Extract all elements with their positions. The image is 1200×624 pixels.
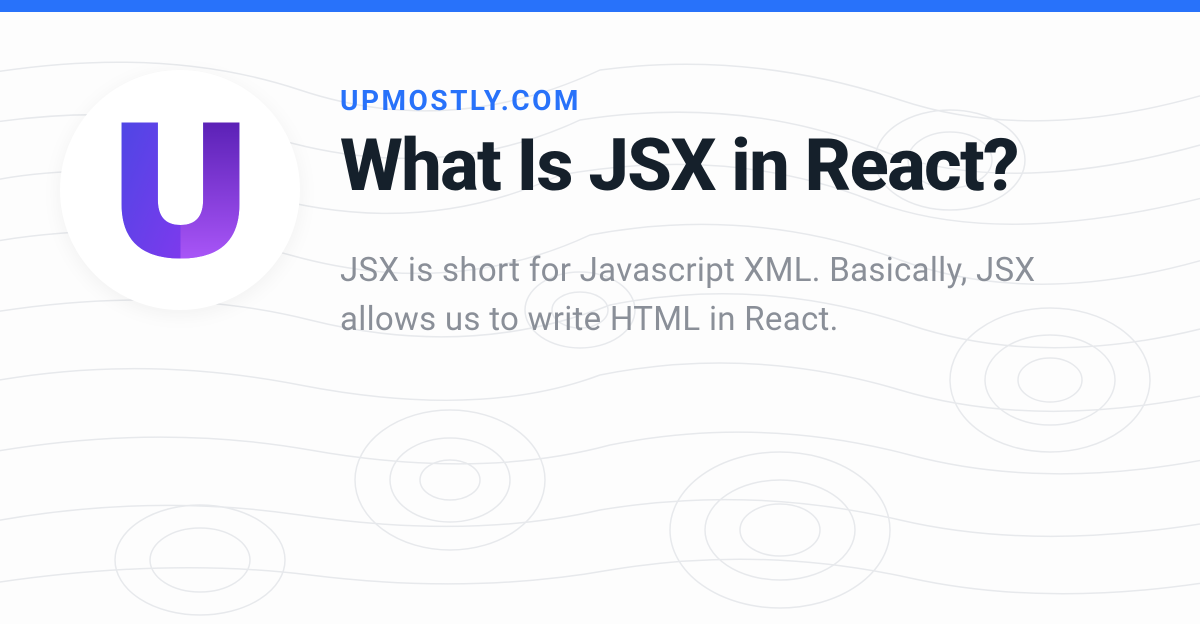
top-accent-bar [0,0,1200,12]
page-title: What Is JSX in React? [340,125,1140,208]
site-name: UPMOSTLY.COM [340,84,1140,117]
logo-container [60,70,300,310]
page-description: JSX is short for Javascript XML. Basical… [340,246,1140,345]
content-container: UPMOSTLY.COM What Is JSX in React? JSX i… [0,0,1200,345]
text-content: UPMOSTLY.COM What Is JSX in React? JSX i… [340,70,1140,345]
upmostly-logo-icon [108,108,253,273]
